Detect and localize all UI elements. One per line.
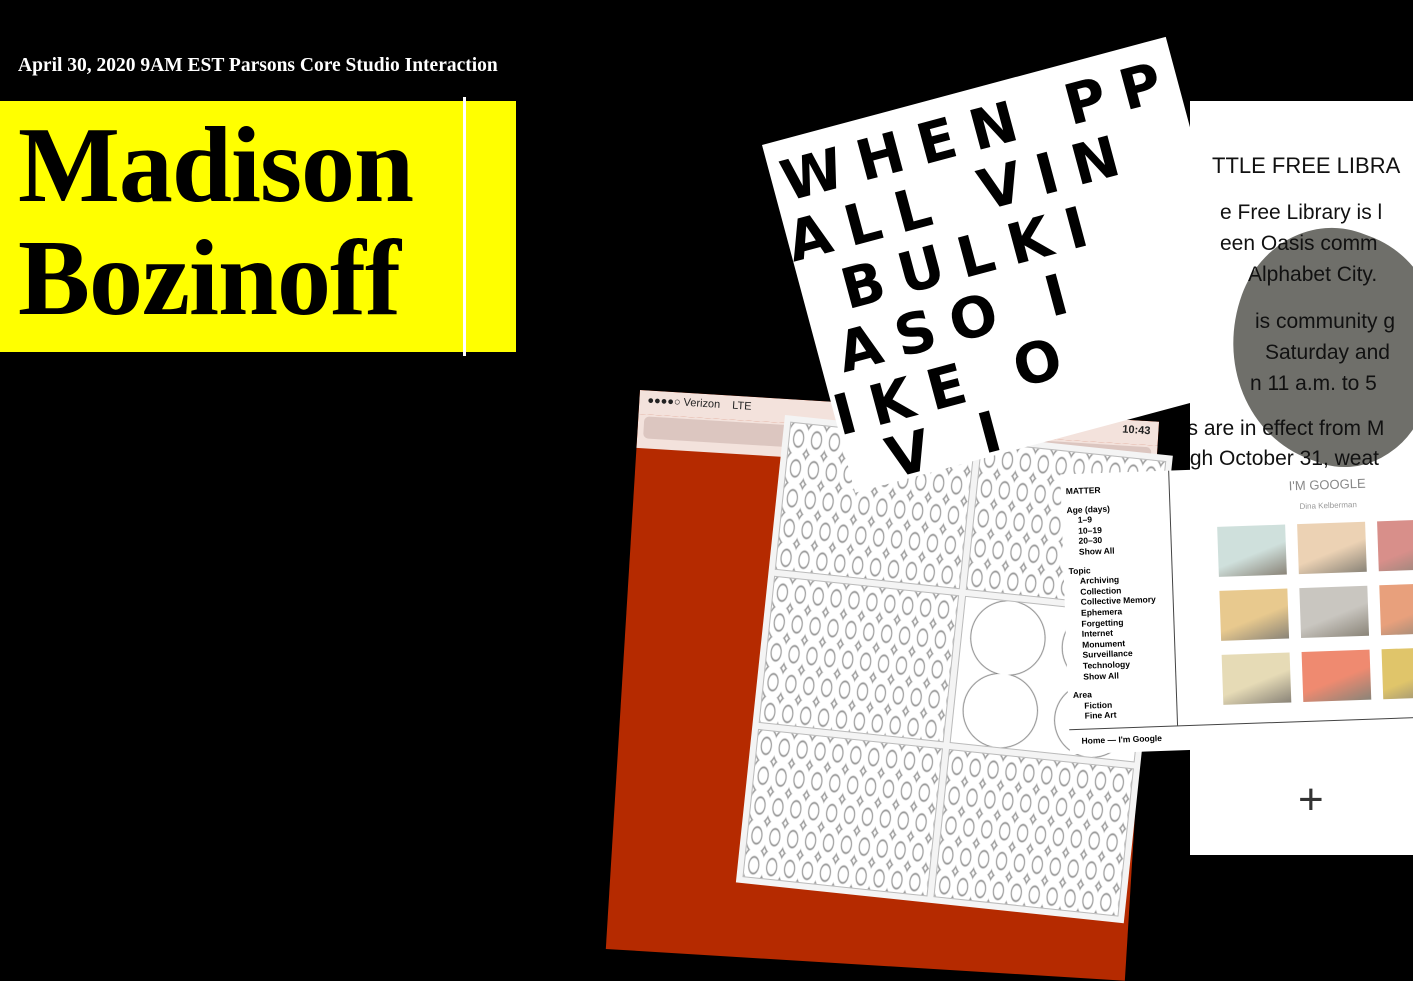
filter-item[interactable]: Show All <box>1068 543 1173 557</box>
library-text: is community g <box>1255 310 1396 333</box>
library-text: een Oasis comm <box>1220 232 1378 255</box>
matter-sidebar: MATTER Age (days) 1–9 10–19 20–30 Show A… <box>1066 483 1179 722</box>
clock: 10:43 <box>1121 423 1151 438</box>
thumbnail-image[interactable] <box>1381 646 1413 700</box>
pattern-tile <box>758 575 960 743</box>
name-last: Bozinoff <box>18 219 401 338</box>
library-text: e Free Library is l <box>1220 201 1383 224</box>
network: LTE <box>731 399 752 413</box>
pattern-tile <box>933 749 1134 917</box>
library-text: Hours are in effect from M <box>1190 417 1385 440</box>
library-text: Alphabet City. <box>1248 263 1378 286</box>
thumbnail-image[interactable] <box>1221 652 1292 705</box>
library-title: TTLE FREE LIBRA <box>1212 153 1401 178</box>
thumbnail-image[interactable] <box>1299 585 1370 639</box>
name-first: Madison <box>18 106 414 225</box>
breadcrumb[interactable]: Home — I'm Google <box>1081 733 1162 746</box>
article-author: Dina Kelberman <box>1299 500 1357 512</box>
name-banner: Madison Bozinoff <box>0 101 516 352</box>
library-text: Saturday and <box>1265 341 1390 364</box>
text-cursor <box>463 97 466 356</box>
letter-poster[interactable]: WHEN PP ALL VIN BULKI ASO I IKE O V I <box>762 36 1259 493</box>
thumbnail-image[interactable] <box>1379 582 1413 636</box>
filter-item[interactable]: Fine Art <box>1074 708 1179 722</box>
library-text: through October 31, weat <box>1190 447 1379 470</box>
pattern-tile <box>742 729 943 897</box>
article-title: I'M GOOGLE <box>1288 475 1366 494</box>
thumbnail-image[interactable] <box>1297 521 1367 575</box>
thumbnail-image[interactable] <box>1217 524 1287 577</box>
thumbnail-image[interactable] <box>1301 649 1372 703</box>
brand: MATTER <box>1065 484 1101 497</box>
library-text: n 11 a.m. to 5 <box>1250 372 1377 395</box>
thumbnail-image[interactable] <box>1219 588 1290 641</box>
event-subtitle: April 30, 2020 9AM EST Parsons Core Stud… <box>18 55 498 76</box>
page-title: Madison Bozinoff <box>18 106 414 338</box>
thumbnail-grid <box>1217 518 1413 705</box>
add-icon[interactable]: + <box>1298 775 1324 825</box>
matter-page[interactable]: MATTER Age (days) 1–9 10–19 20–30 Show A… <box>1060 461 1413 755</box>
thumbnail-image[interactable] <box>1377 518 1413 572</box>
